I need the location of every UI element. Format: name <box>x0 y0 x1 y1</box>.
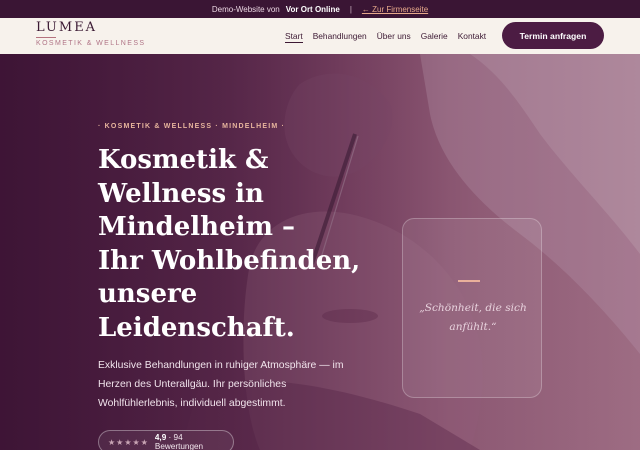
demo-banner: Demo-Website von Vor Ort Online | ← Zur … <box>0 0 640 18</box>
quote-line-text: „Schönheit, die sich <box>419 302 527 314</box>
brand-logo[interactable]: LUMEA KOSMETIK & WELLNESS <box>36 20 145 47</box>
site-header: LUMEA KOSMETIK & WELLNESS Start Behandlu… <box>0 18 640 54</box>
demo-separator: | <box>349 4 352 14</box>
rating-score: 4,9 <box>154 433 167 442</box>
rating-text: 4,9 · 94 Bewertungen <box>155 433 233 450</box>
headline-line: unsere <box>98 279 198 309</box>
lead-line: Herzen des Unterallgäu. Ihr persönliches <box>98 379 287 390</box>
headline-line: Ihr Wohlbefinden, <box>98 245 361 276</box>
main-nav: Start Behandlungen Über uns Galerie Kont… <box>285 30 486 43</box>
hero-lead-text: Exklusive Behandlungen in ruhiger Atmosp… <box>98 356 358 413</box>
nav-start[interactable]: Start <box>285 30 303 43</box>
demo-company: Vor Ort Online <box>285 4 340 14</box>
nav-galerie[interactable]: Galerie <box>421 30 448 43</box>
hero-eyebrow: · KOSMETIK & WELLNESS · MINDELHEIM · <box>98 123 286 130</box>
quote-line-text: anfühlt.“ <box>449 321 497 333</box>
back-to-company-link[interactable]: ← Zur Firmenseite <box>362 5 428 14</box>
quote-card: „Schönheit, die sich anfühlt.“ <box>402 218 542 398</box>
appointment-button[interactable]: Termin anfragen <box>502 22 604 49</box>
headline-line: Kosmetik & <box>98 145 269 175</box>
star-rating-icon: ★★★★★ <box>108 437 149 447</box>
brand-divider <box>36 37 56 38</box>
hero-headline: Kosmetik & Wellness in Mindelheim – Ihr … <box>98 144 378 345</box>
quote-accent-line <box>458 280 480 282</box>
rating-badge[interactable]: ★★★★★ 4,9 · 94 Bewertungen <box>98 430 234 450</box>
brand-name: LUMEA <box>36 20 98 35</box>
brand-tagline: KOSMETIK & WELLNESS <box>36 40 146 47</box>
quote-text: „Schönheit, die sich anfühlt.“ <box>415 299 531 337</box>
demo-text: Demo-Website von <box>211 4 280 14</box>
headline-line: Wellness in <box>98 178 264 209</box>
lead-line: Wohlfühlerlebnis, individuell abgestimmt… <box>98 398 286 409</box>
nav-ueber-uns[interactable]: Über uns <box>377 30 411 43</box>
hero-section: · KOSMETIK & WELLNESS · MINDELHEIM · Kos… <box>0 54 640 450</box>
lead-line: Exklusive Behandlungen in ruhiger Atmosp… <box>98 360 344 371</box>
nav-behandlungen[interactable]: Behandlungen <box>313 30 367 43</box>
headline-line: Mindelheim – <box>98 212 296 242</box>
headline-line: Leidenschaft. <box>98 312 295 343</box>
nav-kontakt[interactable]: Kontakt <box>458 30 486 43</box>
